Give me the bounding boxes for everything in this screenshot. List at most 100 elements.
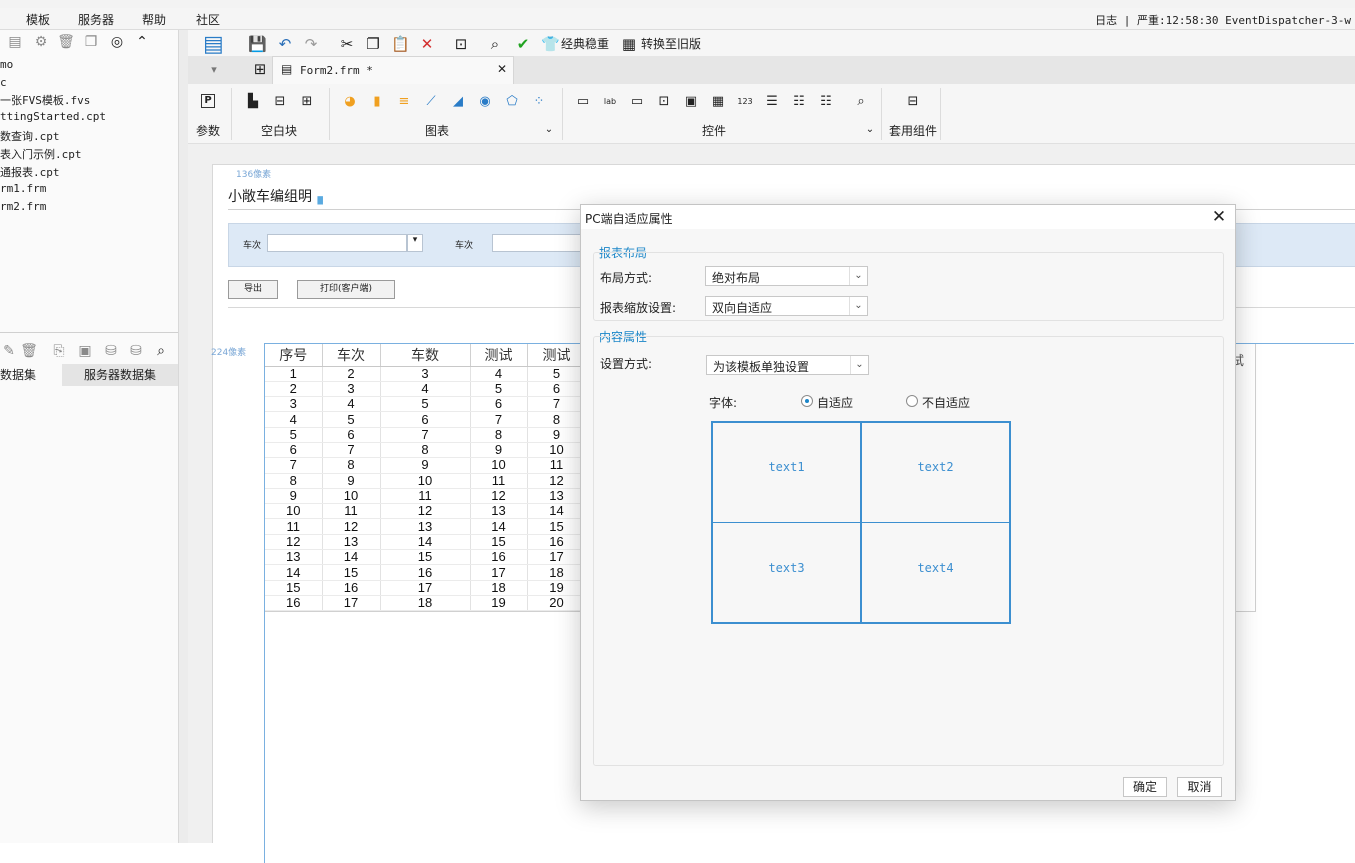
search-widget-icon[interactable]: ⌕ <box>852 94 870 110</box>
table-cell[interactable]: 4 <box>470 366 528 382</box>
table-cell[interactable]: 2 <box>265 381 323 398</box>
table-cell[interactable]: 12 <box>527 473 587 489</box>
tree-item[interactable]: ttingStarted.cpt <box>0 110 106 123</box>
table-row[interactable]: 23456 <box>265 381 617 398</box>
menu-server[interactable]: 服务器 <box>78 11 114 28</box>
setting-select[interactable]: 为该模板单独设置 ⌄ <box>706 355 869 375</box>
tab-datasets[interactable]: 数据集 <box>0 364 62 386</box>
table-cell[interactable]: 16 <box>380 564 471 581</box>
line-chart-icon[interactable]: ⟋ <box>422 94 440 110</box>
table-cell[interactable]: 15 <box>265 580 323 596</box>
tree-item[interactable]: 数查询.cpt <box>0 128 60 144</box>
table-cell[interactable]: 18 <box>470 580 528 596</box>
table-cell[interactable]: 10 <box>470 457 528 474</box>
dropdown-button[interactable]: ▾ <box>407 234 423 252</box>
collapse-icon[interactable]: ⌃ <box>133 33 151 51</box>
copy-icon[interactable]: ❐ <box>82 33 100 51</box>
table-cell[interactable]: 8 <box>380 442 471 459</box>
table-cell[interactable]: 6 <box>380 411 471 428</box>
area-chart-icon[interactable]: ◢ <box>449 94 467 110</box>
radio-not-adaptive[interactable] <box>906 395 918 407</box>
input-widget-icon[interactable]: ▭ <box>628 94 646 110</box>
edit-icon[interactable]: ✎ <box>0 342 18 360</box>
chevron-down-icon[interactable]: ⌄ <box>861 122 879 138</box>
table-cell[interactable]: 6 <box>265 442 323 459</box>
chevron-down-icon[interactable]: ⌄ <box>540 122 558 138</box>
table-cell[interactable]: 14 <box>527 503 587 520</box>
panel-splitter[interactable] <box>178 30 188 843</box>
text-widget-icon[interactable]: lab <box>601 94 619 110</box>
table-header[interactable]: 测试 <box>527 344 587 367</box>
checkbox-group-icon[interactable]: ☷ <box>817 94 835 110</box>
paste-icon[interactable]: 📋 <box>391 35 410 53</box>
save-icon[interactable]: 💾 <box>248 35 267 53</box>
table-cell[interactable]: 15 <box>380 549 471 566</box>
table-row[interactable]: 11 12 13 14 15 <box>265 518 617 535</box>
hbar-chart-icon[interactable]: ≡ <box>395 94 413 110</box>
table-cell[interactable]: 7 <box>380 427 471 443</box>
table-cell[interactable]: 18 <box>527 564 587 581</box>
menu-community[interactable]: 社区 <box>196 11 220 28</box>
table-cell[interactable]: 11 <box>470 473 528 489</box>
table-cell[interactable]: 13 <box>470 503 528 520</box>
table-row[interactable]: 10 11 12 13 14 <box>265 503 617 520</box>
table-row[interactable]: 12345 <box>265 366 617 382</box>
classic-theme-label[interactable]: 经典稳重 <box>561 35 609 52</box>
close-icon[interactable]: ✕ <box>1209 206 1229 228</box>
combo-widget-icon[interactable]: ⊡ <box>655 94 673 110</box>
tab-server-datasets[interactable]: 服务器数据集 <box>62 364 178 386</box>
table-cell[interactable]: 10 <box>380 473 471 489</box>
table-cell[interactable]: 18 <box>380 595 471 612</box>
table-row[interactable]: 9 10 11 12 13 <box>265 488 617 505</box>
table-cell[interactable]: 5 <box>265 427 323 443</box>
component-icon[interactable]: ⊟ <box>904 94 922 110</box>
radio-adaptive-label[interactable]: 自适应 <box>817 394 853 411</box>
menu-help[interactable]: 帮助 <box>142 11 166 28</box>
panel-divider[interactable] <box>0 332 178 340</box>
tree-item[interactable]: mo <box>0 58 13 71</box>
preview-icon[interactable]: ⊡ <box>452 35 470 53</box>
table-cell[interactable]: 4 <box>322 396 381 413</box>
table-cell[interactable]: 5 <box>322 411 381 428</box>
radio-adaptive[interactable] <box>801 395 813 407</box>
radio-group-icon[interactable]: ☷ <box>790 94 808 110</box>
radar-chart-icon[interactable]: ⬠ <box>503 94 521 110</box>
copy-icon[interactable]: ❐ <box>364 35 382 53</box>
preview-icon[interactable]: ⎘ <box>50 342 68 360</box>
tree-item[interactable]: 一张FVS模板.fvs <box>0 92 90 108</box>
table-row[interactable]: 8 9 10 11 12 <box>265 473 617 489</box>
gauge-chart-icon[interactable]: ◉ <box>476 94 494 110</box>
table-cell[interactable]: 15 <box>470 534 528 551</box>
table-row[interactable]: 14 15 16 17 18 <box>265 564 617 581</box>
tab-form2[interactable]: ▤ Form2.frm * ✕ <box>272 56 514 84</box>
table-header[interactable]: 车次 <box>322 344 381 367</box>
table-cell[interactable]: 3 <box>265 396 323 413</box>
table-cell[interactable]: 13 <box>527 488 587 505</box>
table-cell[interactable]: 9 <box>527 427 587 443</box>
table-cell[interactable]: 10 <box>527 442 587 459</box>
table-cell[interactable]: 16 <box>470 549 528 566</box>
table-row[interactable]: 13 14 15 16 17 <box>265 549 617 566</box>
table-cell[interactable]: 14 <box>470 518 528 535</box>
ok-button[interactable]: 确定 <box>1123 777 1167 797</box>
table-cell[interactable]: 14 <box>322 549 381 566</box>
table-cell[interactable]: 7 <box>527 396 587 413</box>
table-cell[interactable]: 11 <box>322 503 381 520</box>
table-row[interactable]: 34567 <box>265 396 617 413</box>
table-cell[interactable]: 13 <box>380 518 471 535</box>
table-cell[interactable]: 2 <box>322 366 381 382</box>
table-cell[interactable]: 13 <box>322 534 381 551</box>
pie-chart-icon[interactable]: ◕ <box>341 94 359 110</box>
table-cell[interactable]: 14 <box>265 564 323 581</box>
table-cell[interactable]: 7 <box>470 411 528 428</box>
undo-icon[interactable]: ↶ <box>276 35 294 53</box>
tree-item[interactable]: rm1.frm <box>0 182 46 195</box>
delete-icon[interactable]: 🗑 <box>57 33 75 51</box>
dropdown-arrow-icon[interactable]: ▾ <box>205 61 223 79</box>
table-row[interactable]: 45678 <box>265 411 617 428</box>
tree-item[interactable]: rm2.frm <box>0 200 46 213</box>
table-cell[interactable]: 1 <box>265 366 323 382</box>
print-button[interactable]: 打印(客户端) <box>297 280 395 299</box>
cancel-button[interactable]: 取消 <box>1177 777 1222 797</box>
table-cell[interactable]: 6 <box>527 381 587 398</box>
